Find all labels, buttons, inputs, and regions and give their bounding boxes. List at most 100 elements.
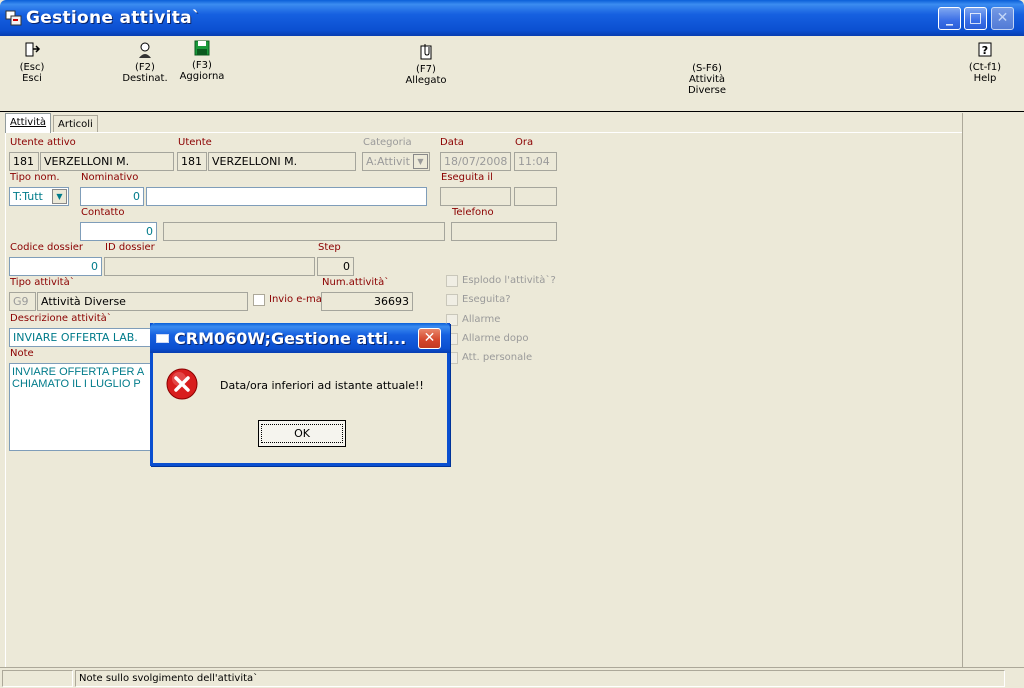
maximize-button[interactable]: □ <box>964 7 987 30</box>
exit-door-icon <box>25 42 41 57</box>
invio-email-label: Invio e-ma <box>269 294 321 305</box>
id-dossier-label: ID dossier <box>105 242 155 253</box>
nominativo-label: Nominativo <box>81 172 139 183</box>
recipient-key: (F2) <box>135 62 155 73</box>
eseguita-il-label: Eseguita il <box>441 172 493 183</box>
attachment-key: (F7) <box>416 64 436 75</box>
step-label: Step <box>318 242 341 253</box>
save-disk-icon <box>194 40 210 56</box>
contatto-code-input[interactable]: 0 <box>80 222 157 241</box>
nominativo-name-input[interactable] <box>146 187 427 206</box>
invio-email-checkbox[interactable] <box>253 294 265 306</box>
dialog-title: CRM060W;Gestione atti... <box>174 329 407 348</box>
num-attivita-field: 36693 <box>321 292 413 311</box>
exit-button[interactable]: (Esc) Esci <box>14 41 50 84</box>
ok-button-label: OK <box>261 424 343 443</box>
other-activities-button[interactable]: (S-F6) Attività Diverse <box>680 63 734 96</box>
other-activities-label2: Diverse <box>687 85 727 96</box>
tipo-nom-value: T:Tutt <box>13 190 43 203</box>
toolbar: (Esc) Esci (F2) Destinat. (F3) Aggiorna … <box>0 36 1024 112</box>
update-label: Aggiorna <box>179 71 225 82</box>
note-textarea[interactable]: INVIARE OFFERTA PER A CHIAMATO IL I LUGL… <box>9 363 159 451</box>
descrizione-input[interactable]: INVIARE OFFERTA LAB. <box>9 328 159 347</box>
utente-label: Utente <box>178 137 212 148</box>
help-key: (Ct-f1) <box>968 62 1002 73</box>
chevron-down-icon[interactable]: ▼ <box>413 154 428 169</box>
other-activities-label: Attività <box>688 74 726 85</box>
status-text: Note sullo svolgimento dell'attivita` <box>75 670 1005 687</box>
recipient-label: Destinat. <box>122 73 168 84</box>
window-icon <box>156 334 169 343</box>
data-field: 18/07/2008 <box>440 152 511 171</box>
status-bar: Note sullo svolgimento dell'attivita` <box>0 667 1024 688</box>
telefono-field <box>451 222 557 241</box>
contatto-label: Contatto <box>81 207 125 218</box>
window-title: Gestione attivita` <box>26 8 201 28</box>
update-key: (F3) <box>192 60 212 71</box>
help-icon: ? <box>978 42 992 57</box>
minimize-button[interactable]: _ <box>938 7 961 30</box>
utente-code: 181 <box>177 152 207 171</box>
svg-text:?: ? <box>982 44 988 57</box>
update-button[interactable]: (F3) Aggiorna <box>176 39 228 82</box>
status-pane-left <box>2 670 73 687</box>
dialog-close-button[interactable]: ✕ <box>418 328 441 349</box>
codice-dossier-input[interactable]: 0 <box>9 257 102 276</box>
tipo-nom-select[interactable]: T:Tutt ▼ <box>9 187 69 206</box>
tab-articoli-label: Articoli <box>58 119 93 130</box>
error-icon <box>166 368 198 400</box>
recipient-button[interactable]: (F2) Destinat. <box>120 41 170 84</box>
categoria-label: Categoria <box>363 137 412 148</box>
close-button[interactable]: ✕ <box>991 7 1014 30</box>
tipo-nom-label: Tipo nom. <box>10 172 60 183</box>
att-personale-label: Att. personale <box>462 352 533 363</box>
allarme-dopo-label: Allarme dopo <box>462 333 529 344</box>
attachment-button[interactable]: (F7) Allegato <box>401 43 451 86</box>
allarme-label: Allarme <box>462 314 501 325</box>
eseguita-checkbox[interactable] <box>446 294 458 306</box>
ora-label: Ora <box>515 137 534 148</box>
note-label: Note <box>10 348 34 359</box>
help-label: Help <box>973 73 997 84</box>
eseguita-il-date <box>440 187 511 206</box>
ora-field: 11:04 <box>514 152 557 171</box>
other-activities-key: (S-F6) <box>692 63 722 74</box>
eseguita-label: Eseguita? <box>462 294 511 305</box>
tab-attivita-label: Attività <box>10 117 47 128</box>
tipo-attivita-label: Tipo attività` <box>10 277 75 288</box>
data-label: Data <box>440 137 464 148</box>
categoria-value: A:Attivit <box>366 155 410 168</box>
attachment-label: Allegato <box>405 75 447 86</box>
right-panel <box>962 113 1024 667</box>
utente-attivo-label: Utente attivo <box>10 137 76 148</box>
dialog-titlebar[interactable]: CRM060W;Gestione atti... ✕ <box>150 323 450 353</box>
id-dossier-field <box>104 257 315 276</box>
tab-articoli[interactable]: Articoli <box>53 115 98 133</box>
help-button[interactable]: ? (Ct-f1) Help <box>965 41 1005 84</box>
utente-attivo-name: VERZELLONI M. <box>40 152 174 171</box>
codice-dossier-label: Codice dossier <box>10 242 83 253</box>
exit-key: (Esc) <box>19 62 45 73</box>
num-attivita-label: Num.attività` <box>322 277 390 288</box>
tipo-attivita-code: G9 <box>9 292 36 311</box>
utente-name: VERZELLONI M. <box>208 152 356 171</box>
exit-label: Esci <box>22 73 42 84</box>
error-dialog: CRM060W;Gestione atti... ✕ Data/ora infe… <box>150 323 450 466</box>
recipient-person-icon <box>139 42 151 58</box>
esplodo-label: Esplodo l'attività`? <box>462 275 556 286</box>
eseguita-il-time <box>514 187 557 206</box>
chevron-down-icon[interactable]: ▼ <box>52 189 67 204</box>
dialog-message: Data/ora inferiori ad istante attuale!! <box>220 379 424 392</box>
nominativo-code-input[interactable]: 0 <box>80 187 144 206</box>
utente-attivo-code: 181 <box>9 152 39 171</box>
tipo-attivita-name: Attività Diverse <box>37 292 248 311</box>
categoria-select[interactable]: A:Attivit ▼ <box>362 152 430 171</box>
esplodo-checkbox[interactable] <box>446 275 458 287</box>
contatto-name <box>163 222 445 241</box>
tab-attivita[interactable]: Attività <box>5 113 52 133</box>
telefono-label: Telefono <box>452 207 494 218</box>
ok-button[interactable]: OK <box>258 420 346 447</box>
descrizione-label: Descrizione attività` <box>10 313 112 324</box>
step-field: 0 <box>317 257 354 276</box>
app-icon <box>5 10 22 26</box>
